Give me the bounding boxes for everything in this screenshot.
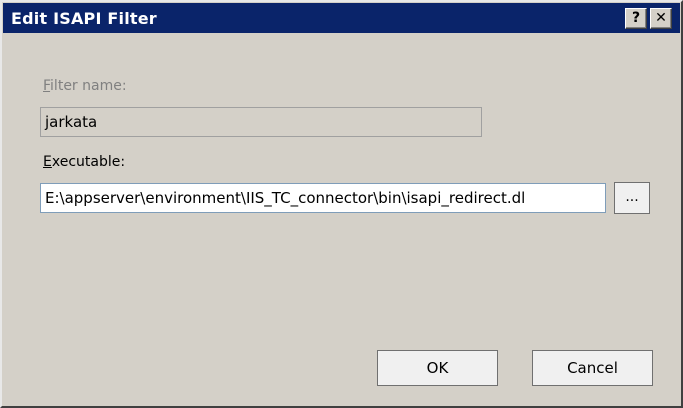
title-bar[interactable]: Edit ISAPI Filter ? ✕ <box>3 3 680 33</box>
executable-label-mnemonic: E <box>43 154 52 170</box>
filter-name-label-mnemonic: F <box>43 78 51 94</box>
edit-isapi-filter-dialog: Edit ISAPI Filter ? ✕ Filter name: jarka… <box>0 0 683 408</box>
executable-label-text: xecutable: <box>51 154 126 170</box>
help-button[interactable]: ? <box>625 8 647 29</box>
cancel-button[interactable]: Cancel <box>532 350 653 386</box>
ok-button[interactable]: OK <box>377 350 498 386</box>
executable-path-input[interactable]: E:\appserver\environment\IIS_TC_connecto… <box>40 183 606 213</box>
filter-name-label-text: ilter name: <box>50 78 127 94</box>
executable-label: Executable: <box>43 154 125 170</box>
close-button[interactable]: ✕ <box>650 8 672 29</box>
filter-name-label: Filter name: <box>43 78 127 94</box>
browse-button[interactable]: ... <box>614 182 650 214</box>
window-title: Edit ISAPI Filter <box>11 9 157 28</box>
filter-name-field: jarkata <box>40 107 482 137</box>
